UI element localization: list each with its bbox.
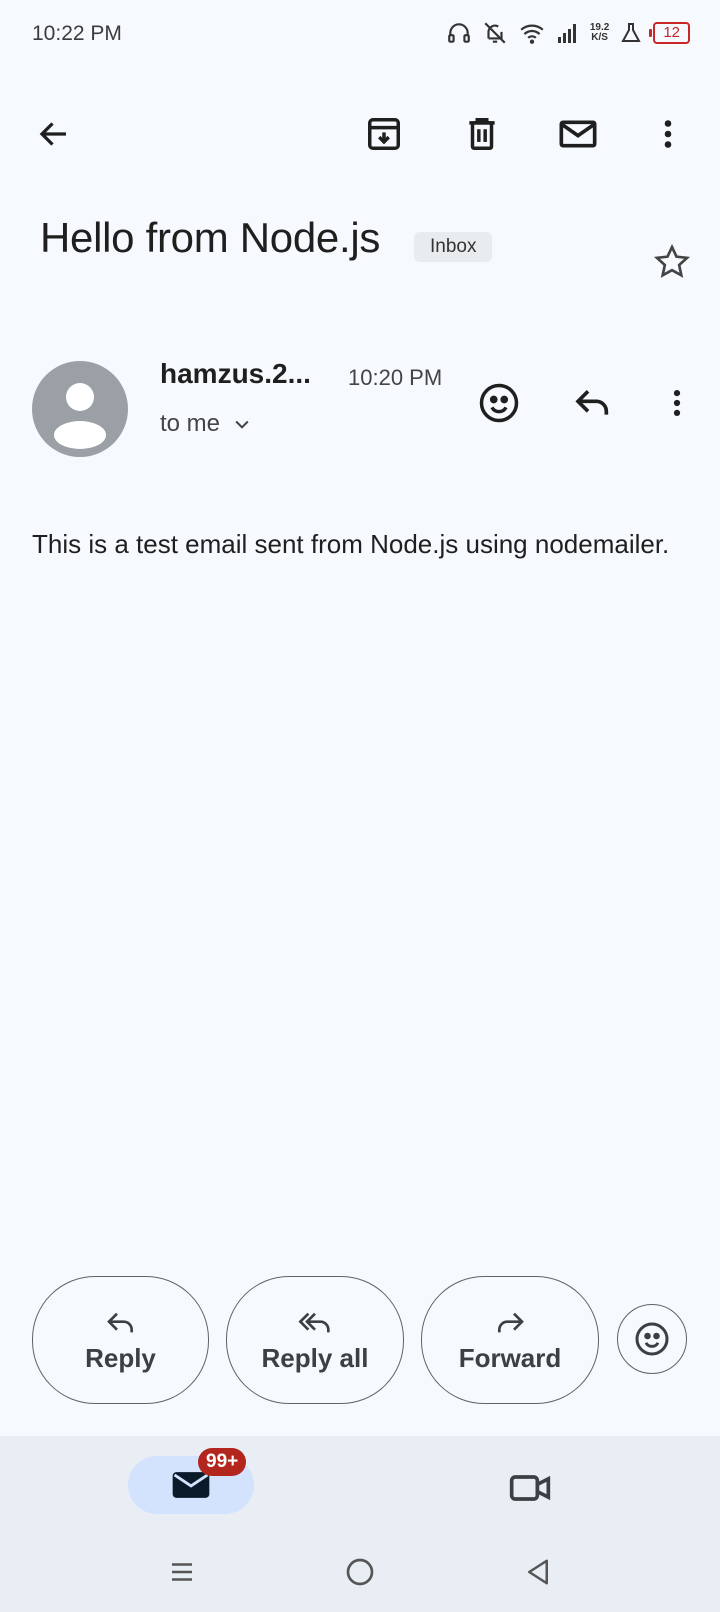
- forward-icon: [498, 1312, 524, 1332]
- mark-unread-button[interactable]: [552, 108, 604, 160]
- battery-indicator: 12: [649, 22, 690, 44]
- reply-button-header[interactable]: [566, 376, 620, 430]
- inbox-label[interactable]: Inbox: [414, 232, 493, 262]
- add-reaction-button[interactable]: [472, 376, 526, 430]
- mark-unread-icon: [559, 120, 597, 148]
- reply-label: Reply: [85, 1342, 156, 1373]
- network-speed: 19.2 K/S: [590, 23, 609, 43]
- headset-icon: [448, 23, 470, 43]
- forward-label: Forward: [458, 1342, 562, 1373]
- delete-icon: [469, 118, 495, 150]
- wifi-icon: [520, 24, 544, 44]
- more-vert-icon: [664, 120, 672, 148]
- signal-icon: [557, 24, 576, 43]
- message-more-button[interactable]: [650, 376, 704, 430]
- chevron-down-icon: [235, 420, 249, 429]
- sender-name[interactable]: hamzus.2...: [160, 358, 311, 390]
- react-button[interactable]: [617, 1304, 687, 1374]
- meet-tab[interactable]: [500, 1460, 560, 1516]
- reply-all-button[interactable]: Reply all: [226, 1276, 404, 1404]
- person-icon: [54, 383, 106, 449]
- email-body: This is a test email sent from Node.js u…: [32, 529, 670, 559]
- recipient-label: to me: [160, 410, 221, 437]
- back-button[interactable]: [28, 108, 80, 160]
- flask-icon: [621, 23, 641, 42]
- home-button[interactable]: [338, 1550, 382, 1594]
- network-speed-unit: K/S: [591, 32, 608, 43]
- notifications-off-icon: [484, 22, 506, 44]
- recipient-details[interactable]: to me: [160, 410, 252, 438]
- status-time: 10:22 PM: [32, 22, 122, 45]
- star-icon: [653, 243, 691, 278]
- triangle-back-icon: [528, 1559, 548, 1585]
- reply-button[interactable]: Reply: [32, 1276, 209, 1404]
- sender-avatar[interactable]: [32, 361, 128, 457]
- more-options-button[interactable]: [642, 108, 694, 160]
- delete-button[interactable]: [456, 108, 508, 160]
- reply-all-icon: [298, 1312, 330, 1332]
- more-vert-icon: [673, 389, 681, 417]
- back-arrow-icon: [39, 122, 66, 146]
- archive-icon: [368, 118, 400, 150]
- email-time: 10:20 PM: [348, 365, 443, 390]
- emoji-icon: [479, 383, 519, 423]
- star-button[interactable]: [646, 236, 698, 288]
- email-subject: Hello from Node.js: [40, 214, 381, 261]
- video-camera-icon: [509, 1475, 551, 1501]
- unread-count-badge: 99+: [198, 1448, 247, 1476]
- system-back-button[interactable]: [516, 1550, 560, 1594]
- forward-button[interactable]: Forward: [421, 1276, 599, 1404]
- archive-button[interactable]: [358, 108, 410, 160]
- status-icons: 19.2 K/S 12: [446, 20, 690, 46]
- reply-all-label: Reply all: [261, 1342, 369, 1373]
- home-circle-icon: [346, 1558, 374, 1586]
- menu-icon: [172, 1563, 192, 1581]
- emoji-icon: [635, 1322, 669, 1356]
- reply-icon: [575, 390, 609, 415]
- recent-apps-button[interactable]: [160, 1550, 204, 1594]
- reply-icon: [106, 1312, 133, 1332]
